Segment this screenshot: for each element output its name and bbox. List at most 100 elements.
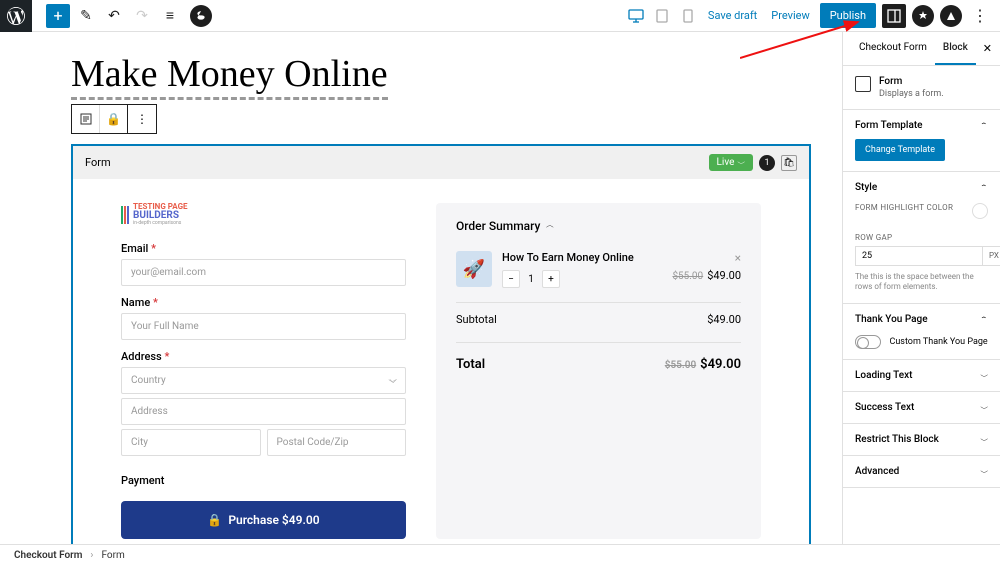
form-template-section: Form Template ⌃ Change Template — [843, 110, 1000, 172]
country-select[interactable]: Country⌵ — [121, 367, 406, 394]
row-gap-help: The this is the space between the rows o… — [855, 272, 988, 293]
row-gap-input[interactable] — [855, 246, 983, 266]
qty-minus-button[interactable]: − — [502, 270, 520, 288]
sidebar-tabs: Checkout Form Block ✕ — [843, 32, 1000, 66]
block-toolbar: 🔒 ⋮ — [71, 104, 811, 134]
mobile-icon[interactable] — [678, 6, 698, 26]
surecart-circle-icon[interactable] — [912, 5, 934, 27]
top-toolbar: + ✎ ↶ ↷ ≡ Save draft Preview Publish ⋮ — [0, 0, 1000, 32]
purchase-button[interactable]: 🔒 Purchase $49.00 — [121, 501, 406, 539]
publish-button[interactable]: Publish — [820, 3, 876, 28]
product-image: 🚀 — [456, 251, 492, 287]
chevron-down-icon: ⌵ — [980, 372, 988, 379]
email-label: Email * — [121, 242, 406, 255]
custom-thank-you-label: Custom Thank You Page — [889, 337, 987, 347]
astra-icon[interactable] — [940, 5, 962, 27]
settings-panel-toggle[interactable] — [882, 4, 906, 28]
redo-icon[interactable]: ↷ — [130, 4, 154, 28]
block-description: Displays a form. — [879, 89, 944, 99]
chevron-down-icon: ⌵ — [980, 468, 988, 475]
custom-thank-you-toggle[interactable] — [855, 335, 881, 349]
style-header[interactable]: Style ⌃ — [855, 182, 988, 193]
save-draft-link[interactable]: Save draft — [704, 9, 761, 22]
edit-icon[interactable]: ✎ — [74, 4, 98, 28]
qty-value: 1 — [520, 274, 542, 285]
surecart-logo-icon[interactable] — [190, 5, 212, 27]
count-badge: 1 — [759, 155, 775, 171]
chevron-up-icon: ⌃ — [980, 122, 988, 129]
chevron-up-icon: ⌵ — [546, 223, 554, 230]
brand-logo: TESTING PAGE BUILDERS in-depth compariso… — [121, 203, 406, 226]
style-section: Style ⌃ FORM HIGHLIGHT COLOR ROW GAP PX … — [843, 172, 1000, 304]
success-text-header[interactable]: Success Text ⌵ — [855, 402, 988, 413]
row-gap-label: ROW GAP — [855, 233, 988, 242]
breadcrumb: Checkout Form › Form — [0, 544, 1000, 566]
color-swatch[interactable] — [972, 203, 988, 219]
remove-item-button[interactable]: × — [735, 251, 741, 265]
order-item: 🚀 How To Earn Money Online − 1 + × — [456, 251, 741, 303]
row-gap-unit[interactable]: PX — [983, 246, 1000, 266]
city-field[interactable]: City — [121, 429, 261, 456]
form-block-header: Form Live ⌵ 1 🛍 — [73, 146, 809, 179]
product-name: How To Earn Money Online — [502, 251, 741, 264]
form-template-header[interactable]: Form Template ⌃ — [855, 120, 988, 131]
form-header-label: Form — [85, 156, 111, 169]
form-block[interactable]: Form Live ⌵ 1 🛍 — [71, 144, 811, 544]
chevron-up-icon: ⌃ — [980, 316, 988, 323]
loading-text-section: Loading Text ⌵ — [843, 360, 1000, 392]
add-block-button[interactable]: + — [46, 4, 70, 28]
thank-you-header[interactable]: Thank You Page ⌃ — [855, 314, 988, 325]
chevron-down-icon: ⌵ — [980, 436, 988, 443]
page-title[interactable]: Make Money Online — [71, 53, 388, 100]
subtotal-row: Subtotal $49.00 — [456, 303, 741, 336]
undo-icon[interactable]: ↶ — [102, 4, 126, 28]
block-type-icon[interactable] — [72, 105, 100, 133]
list-view-icon[interactable]: ≡ — [158, 4, 182, 28]
block-info-section: Form Displays a form. — [843, 66, 1000, 110]
total-row: Total $55.00$49.00 — [456, 342, 741, 382]
close-sidebar-button[interactable]: ✕ — [983, 42, 992, 55]
tablet-icon[interactable] — [652, 6, 672, 26]
email-field[interactable]: your@email.com — [121, 259, 406, 286]
advanced-section: Advanced ⌵ — [843, 456, 1000, 488]
loading-text-header[interactable]: Loading Text ⌵ — [855, 370, 988, 381]
form-content: TESTING PAGE BUILDERS in-depth compariso… — [73, 179, 809, 544]
editor-inner: Make Money Online 🔒 ⋮ Form Live ⌵ 1 🛍 — [31, 52, 811, 544]
cart-icon[interactable]: 🛍 — [781, 155, 797, 171]
payment-label: Payment — [121, 474, 406, 487]
name-field[interactable]: Your Full Name — [121, 313, 406, 340]
toolbar-right: Save draft Preview Publish ⋮ — [626, 3, 992, 28]
qty-plus-button[interactable]: + — [542, 270, 560, 288]
desktop-icon[interactable] — [626, 6, 646, 26]
block-name: Form — [879, 76, 944, 87]
advanced-header[interactable]: Advanced ⌵ — [855, 466, 988, 477]
highlight-color-label: FORM HIGHLIGHT COLOR — [855, 203, 953, 212]
form-header-right: Live ⌵ 1 🛍 — [709, 154, 798, 171]
preview-link[interactable]: Preview — [767, 9, 813, 22]
wordpress-logo[interactable] — [0, 0, 32, 32]
main-area: Make Money Online 🔒 ⋮ Form Live ⌵ 1 🛍 — [0, 32, 1000, 544]
order-summary: Order Summary ⌵ 🚀 How To Earn Money Onli… — [436, 203, 761, 539]
address-label: Address * — [121, 350, 406, 363]
change-template-button[interactable]: Change Template — [855, 139, 945, 161]
lock-icon[interactable]: 🔒 — [100, 105, 128, 133]
lock-icon: 🔒 — [207, 513, 222, 527]
breadcrumb-checkout-form[interactable]: Checkout Form — [14, 550, 82, 561]
order-summary-title[interactable]: Order Summary ⌵ — [456, 219, 741, 233]
breadcrumb-form[interactable]: Form — [101, 550, 124, 561]
chevron-up-icon: ⌃ — [980, 184, 988, 191]
postal-field[interactable]: Postal Code/Zip — [267, 429, 407, 456]
toolbar-left: + ✎ ↶ ↷ ≡ — [0, 0, 212, 32]
restrict-header[interactable]: Restrict This Block ⌵ — [855, 434, 988, 445]
more-options-icon[interactable]: ⋮ — [968, 4, 992, 28]
editor-canvas: Make Money Online 🔒 ⋮ Form Live ⌵ 1 🛍 — [0, 32, 842, 544]
live-badge[interactable]: Live ⌵ — [709, 154, 754, 171]
name-label: Name * — [121, 296, 406, 309]
breadcrumb-sep: › — [90, 550, 93, 561]
tab-checkout-form[interactable]: Checkout Form — [851, 32, 935, 65]
form-block-icon — [855, 76, 871, 92]
form-left: TESTING PAGE BUILDERS in-depth compariso… — [121, 203, 406, 539]
block-more-icon[interactable]: ⋮ — [128, 105, 156, 133]
address-field[interactable]: Address — [121, 398, 406, 425]
tab-block[interactable]: Block — [935, 32, 976, 65]
